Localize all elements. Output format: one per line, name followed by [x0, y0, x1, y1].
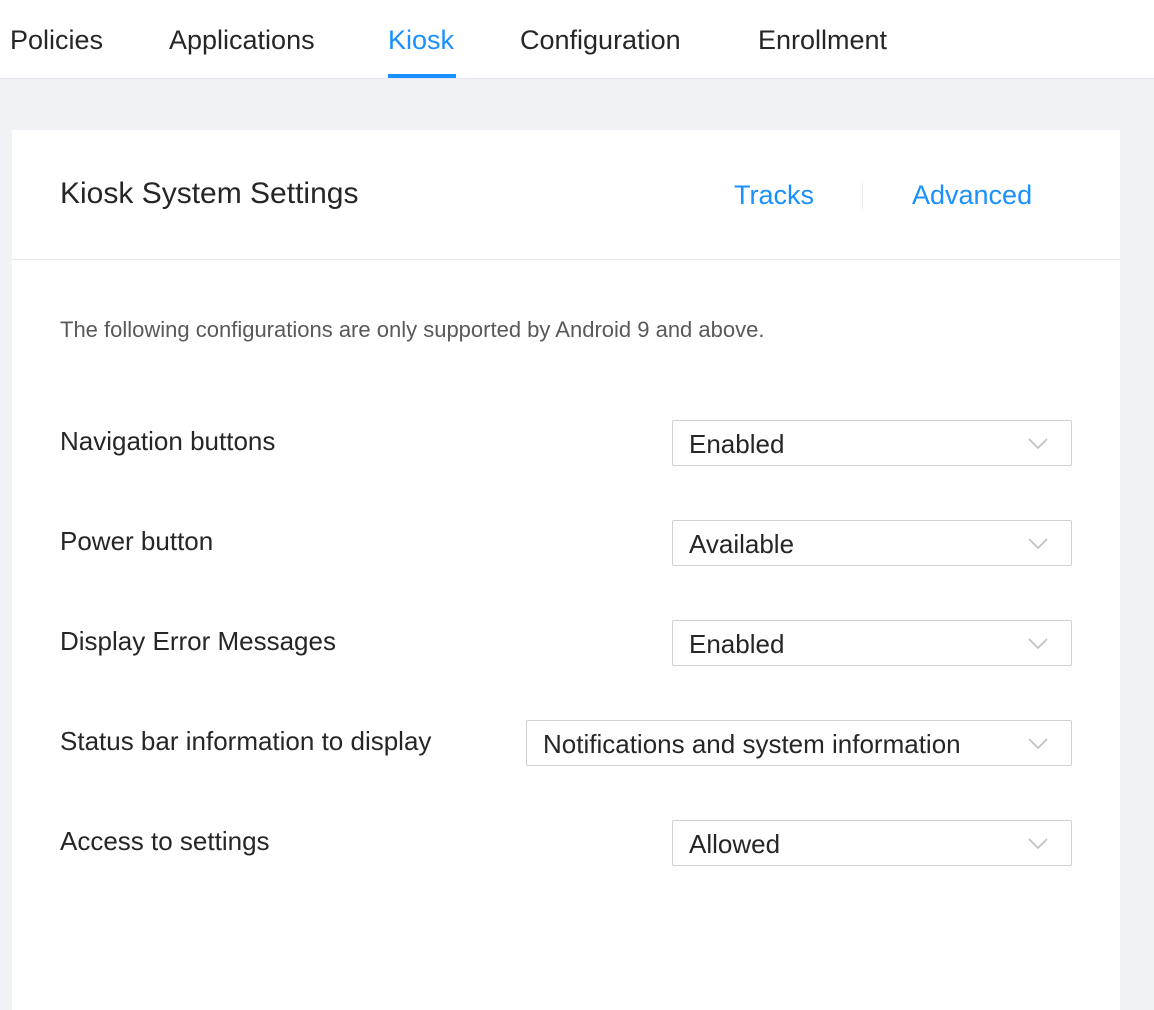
tracks-link[interactable]: Tracks: [734, 177, 814, 213]
access-to-settings-select[interactable]: Allowed: [672, 820, 1072, 866]
chevron-down-icon: [1028, 438, 1048, 450]
tab-enrollment[interactable]: Enrollment: [758, 22, 887, 58]
kiosk-settings-card: Kiosk System Settings Tracks Advanced Th…: [12, 130, 1120, 1010]
power-button-label: Power button: [60, 526, 214, 556]
tab-kiosk[interactable]: Kiosk: [388, 22, 454, 58]
tab-policies[interactable]: Policies: [10, 22, 103, 58]
chevron-down-icon: [1028, 638, 1048, 650]
status-bar-info-value: Notifications and system information: [543, 729, 961, 759]
status-bar-info-select[interactable]: Notifications and system information: [526, 720, 1072, 766]
power-button-value: Available: [689, 529, 795, 559]
display-error-messages-value: Enabled: [689, 629, 785, 659]
top-navigation: Policies Applications Kiosk Configuratio…: [0, 0, 1154, 79]
chevron-down-icon: [1028, 738, 1048, 750]
navigation-buttons-value: Enabled: [689, 429, 785, 459]
access-to-settings-value: Allowed: [689, 829, 781, 859]
active-tab-indicator: [388, 74, 456, 78]
navigation-buttons-select[interactable]: Enabled: [672, 420, 1072, 466]
tab-configuration[interactable]: Configuration: [520, 22, 681, 58]
tab-applications[interactable]: Applications: [169, 22, 315, 58]
header-divider: [862, 183, 863, 209]
android-version-note: The following configurations are only su…: [60, 317, 765, 342]
advanced-link[interactable]: Advanced: [912, 177, 1032, 213]
chevron-down-icon: [1028, 838, 1048, 850]
card-title: Kiosk System Settings: [60, 177, 359, 210]
status-bar-info-label: Status bar information to display: [60, 726, 432, 756]
display-error-messages-select[interactable]: Enabled: [672, 620, 1072, 666]
navigation-buttons-label: Navigation buttons: [60, 426, 276, 456]
power-button-select[interactable]: Available: [672, 520, 1072, 566]
access-to-settings-label: Access to settings: [60, 826, 270, 856]
card-header: Kiosk System Settings Tracks Advanced: [12, 130, 1120, 260]
chevron-down-icon: [1028, 538, 1048, 550]
display-error-messages-label: Display Error Messages: [60, 626, 336, 656]
